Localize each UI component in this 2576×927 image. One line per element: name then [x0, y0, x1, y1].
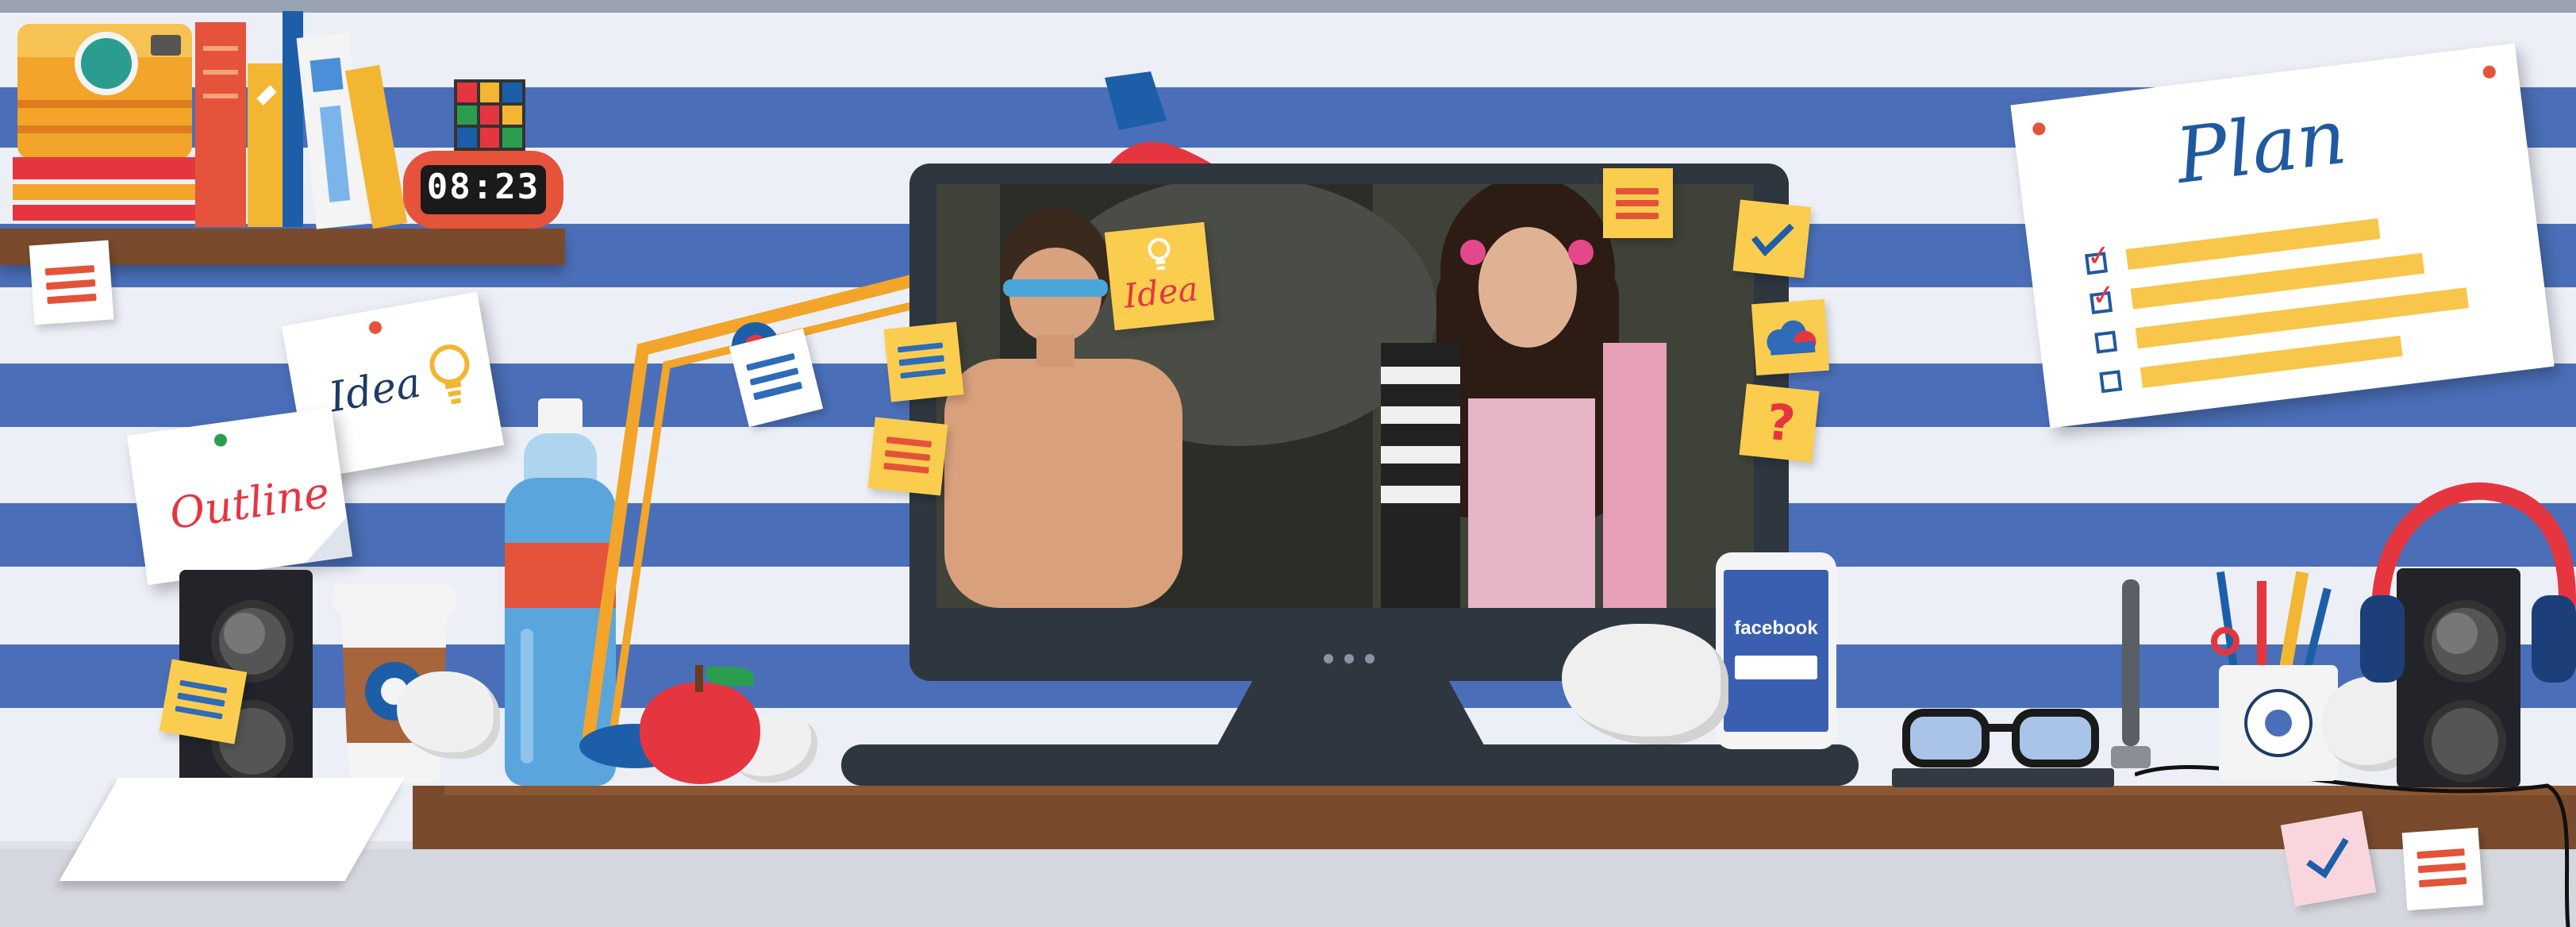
- apple-icon: [640, 665, 760, 784]
- cloud-icon: [1767, 320, 1817, 356]
- sticky-note-screen-top: [1603, 168, 1673, 238]
- book-yellow: [248, 63, 286, 227]
- monitor-dots: [1321, 654, 1384, 665]
- photo-two-children: [936, 184, 1754, 608]
- sticky-note-desk: [2401, 827, 2484, 911]
- rubiks-cube-icon: [454, 79, 525, 151]
- checkmark-icon: [2306, 837, 2349, 879]
- headphones-icon: [2360, 482, 2576, 683]
- navy-seal-emblem: [2244, 689, 2313, 757]
- idea-sticky-text: Idea: [1121, 269, 1200, 316]
- notebook: [59, 778, 405, 881]
- scissors-icon: [2211, 627, 2240, 656]
- question-sticky: ?: [1739, 383, 1820, 463]
- plan-board: Plan ✓ ✓: [2010, 43, 2555, 429]
- checkbox-unchecked: [2099, 370, 2123, 394]
- checkmark-icon: ✓: [2090, 278, 2118, 313]
- tablet-device: [1892, 768, 2114, 787]
- clock-time: 08:23: [426, 167, 540, 207]
- cloud-sticky: [1751, 298, 1830, 376]
- monitor-screen-photo: [936, 184, 1754, 608]
- outline-paper: Outline: [127, 406, 352, 586]
- checkmark-icon: ✓: [2085, 238, 2113, 275]
- question-mark-icon: ?: [1763, 392, 1798, 453]
- smartphone: facebook: [1716, 552, 1836, 749]
- stylus-stand: [2111, 579, 2151, 770]
- glasses-icon: [1902, 709, 2099, 767]
- monitor-stand: [1214, 681, 1487, 751]
- facebook-app-label: facebook: [1734, 617, 1818, 639]
- checkmark-note-desk: [2280, 810, 2377, 907]
- sticky-note-screen-2: [867, 417, 948, 496]
- desk-scene: 08:23 Idea Outline Idea ? facebook Plan …: [0, 0, 2576, 927]
- camera-photo-strips: [13, 157, 195, 222]
- checkbox-unchecked: [2094, 330, 2118, 354]
- checkmark-icon: [1751, 223, 1794, 257]
- checkmark-sticky: [1732, 199, 1812, 279]
- plan-title: Plan: [2171, 91, 2351, 202]
- lightbulb-icon: [1148, 237, 1171, 271]
- login-field: [1735, 656, 1817, 679]
- sticky-note-shelf: [29, 240, 114, 325]
- lightbulb-icon: [429, 344, 470, 405]
- camera-icon: [17, 24, 192, 159]
- sticky-note-screen-1: [883, 321, 964, 402]
- book-red: [195, 22, 246, 227]
- plan-checklist: ✓ ✓: [2084, 198, 2513, 406]
- idea-sticky-screen: Idea: [1104, 221, 1215, 331]
- sticky-note-speaker: [159, 659, 248, 744]
- idea-paper-text: Idea: [325, 359, 425, 422]
